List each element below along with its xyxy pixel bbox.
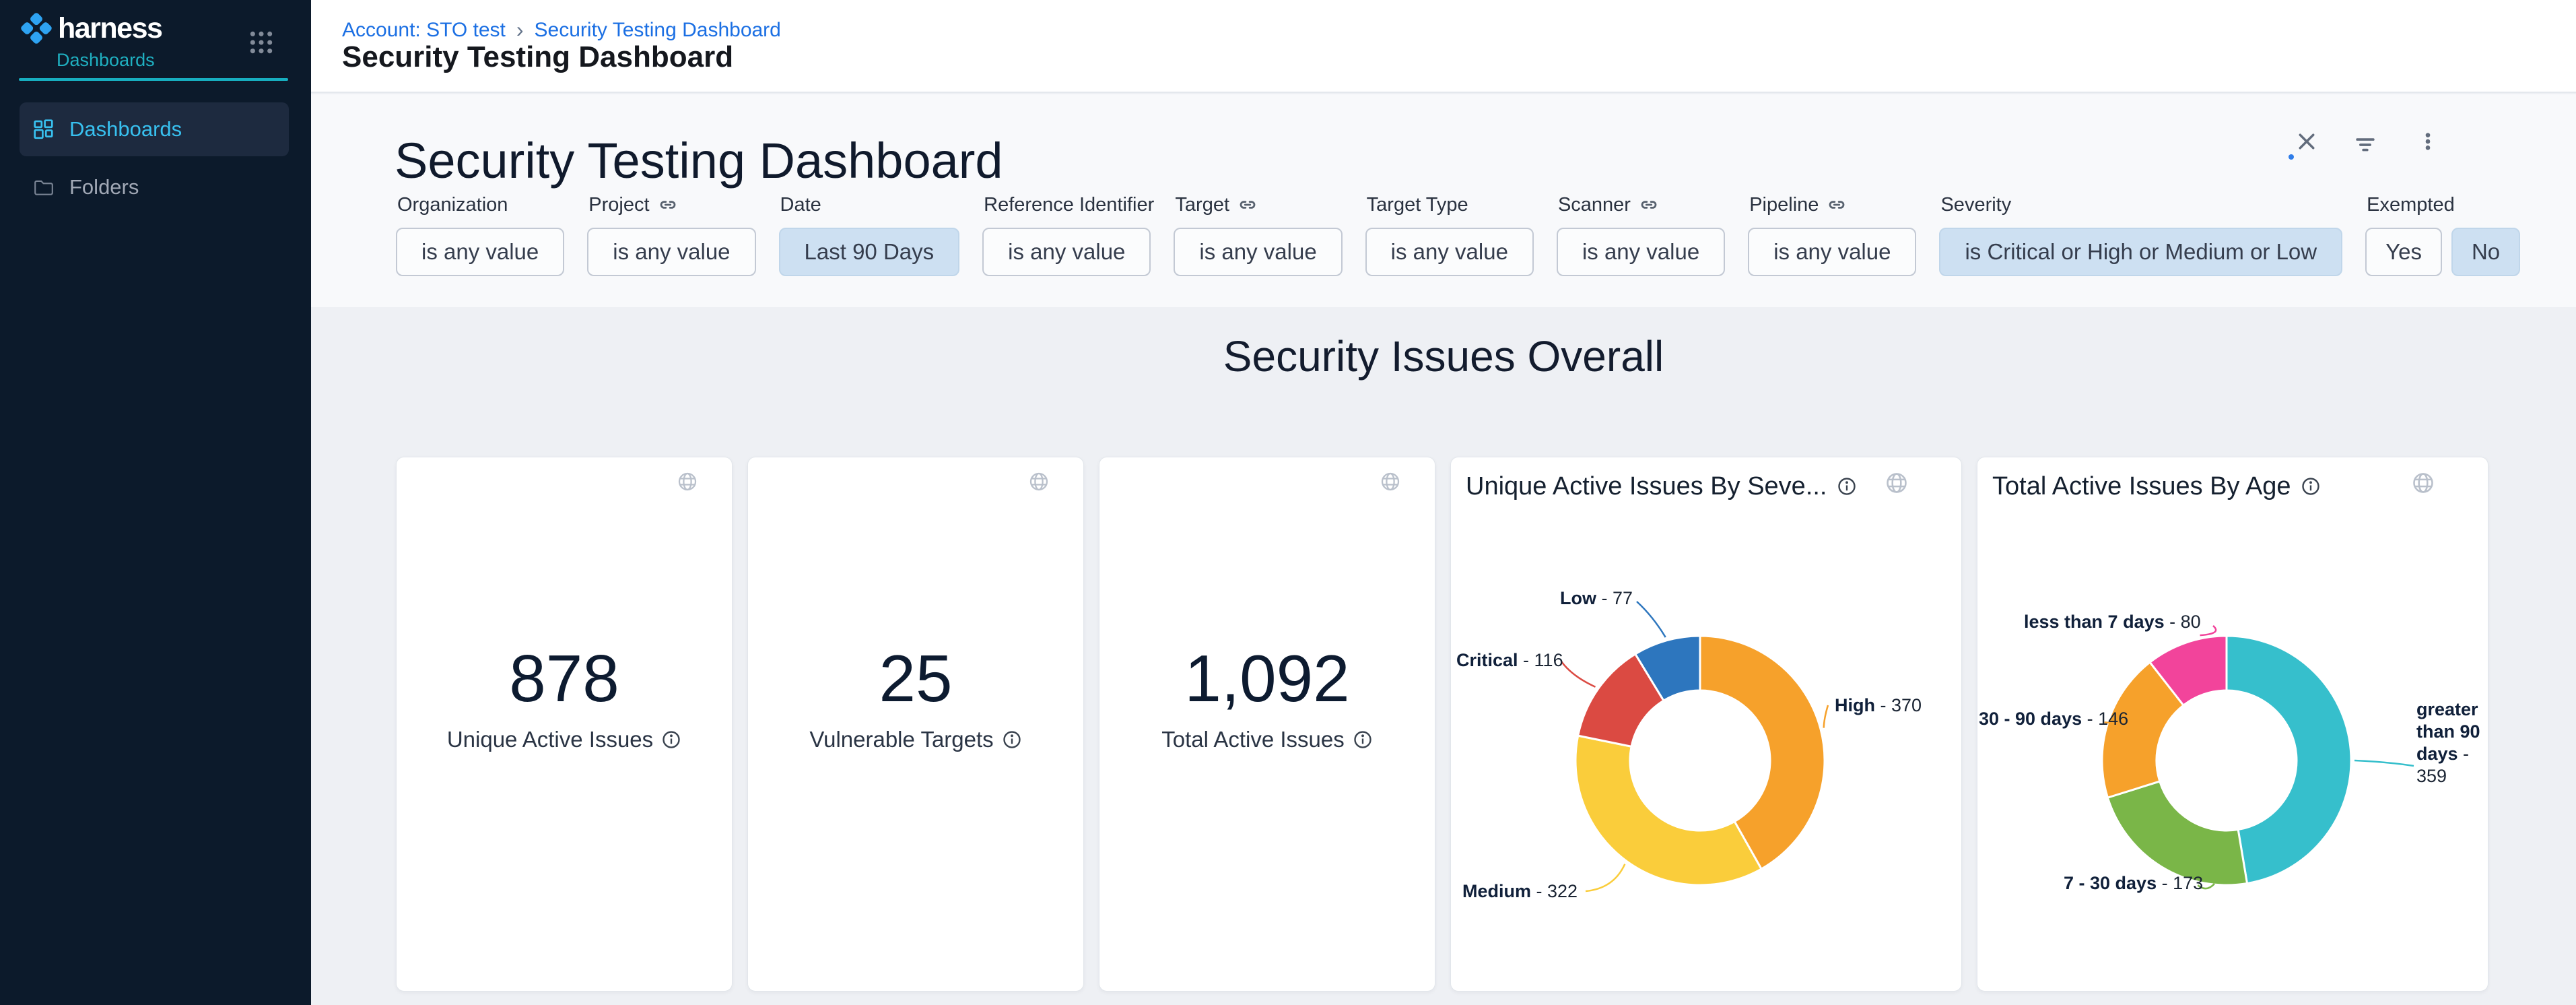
donut-leader-line	[2354, 760, 2414, 766]
donut-label-low: Low - 77	[1560, 587, 1633, 610]
sidebar: harness Dashboards Dashboards Folders	[0, 0, 311, 1005]
filter-severity: Severity is Critical or High or Medium or…	[1939, 194, 2342, 276]
module-grid-icon[interactable]	[248, 30, 274, 55]
filter-label: Target Type	[1367, 194, 1468, 216]
filter-exempted: Exempted YesNo	[2365, 194, 2520, 276]
filter-label: Scanner	[1558, 194, 1659, 216]
breadcrumb: Account: STO test › Security Testing Das…	[342, 18, 781, 42]
donut-slice-7-30-days[interactable]	[2107, 781, 2247, 885]
link-icon	[1639, 195, 1659, 215]
donut-slice-medium[interactable]	[1575, 736, 1761, 885]
breadcrumb-separator: ›	[516, 18, 524, 42]
breadcrumb-account-link[interactable]: Account: STO test	[342, 19, 506, 42]
sidebar-item-dashboards[interactable]: Dashboards	[20, 102, 289, 156]
stat-label: Unique Active Issues	[447, 727, 653, 752]
donut-leader-line	[1586, 864, 1625, 891]
stat-value: 1,092	[1099, 638, 1435, 719]
filter-label: Organization	[397, 194, 508, 216]
harness-logo-icon	[19, 11, 54, 46]
link-icon	[1827, 195, 1847, 215]
donut-chart[interactable]	[1451, 457, 1963, 992]
harness-logo[interactable]: harness	[19, 11, 162, 46]
filter-value-chip[interactable]: is any value	[587, 228, 755, 276]
filter-pipeline: Pipeline is any value	[1748, 194, 1916, 276]
sidebar-item-label: Folders	[69, 175, 139, 199]
sidebar-item-folders[interactable]: Folders	[20, 160, 289, 214]
donut-label-high: High - 370	[1835, 694, 1922, 717]
filter-label: Severity	[1940, 194, 2011, 216]
donut-leader-line	[1637, 602, 1666, 637]
filter-label: Reference Identifier	[984, 194, 1154, 216]
filter-icon[interactable]	[2352, 132, 2378, 158]
stat-card-vulnerable-targets: 25 Vulnerable Targets	[747, 457, 1084, 992]
filter-value-chip[interactable]: Last 90 Days	[779, 228, 960, 276]
filter-value-chip[interactable]: is any value	[1365, 228, 1534, 276]
filter-organization: Organization is any value	[396, 194, 564, 276]
info-icon[interactable]	[1002, 730, 1022, 750]
filter-target-type: Target Type is any value	[1365, 194, 1534, 276]
dashboard-heading: Security Testing Dashboard	[395, 132, 1003, 189]
link-icon	[1238, 195, 1258, 215]
chart-card-unique-active-issues-by-severity: Unique Active Issues By Seve... High - 3…	[1450, 457, 1962, 992]
filter-project: Project is any value	[587, 194, 755, 276]
sidebar-item-label: Dashboards	[69, 117, 182, 141]
donut-label-critical: Critical - 116	[1456, 649, 1563, 672]
filter-bar: Organization is any value Project is any va…	[396, 194, 2520, 276]
filter-value-chip[interactable]: is any value	[1748, 228, 1916, 276]
filter-target: Target is any value	[1174, 194, 1342, 276]
sidebar-divider	[19, 78, 288, 81]
stat-label: Total Active Issues	[1161, 727, 1344, 752]
filter-label: Pipeline	[1749, 194, 1847, 216]
globe-icon[interactable]	[1380, 471, 1401, 492]
filter-value-chip[interactable]: is Critical or High or Medium or Low	[1939, 228, 2342, 276]
filter-label: Target	[1175, 194, 1258, 216]
page-title: Security Testing Dashboard	[342, 40, 733, 74]
filter-value-chip[interactable]: is any value	[1557, 228, 1725, 276]
sidebar-nav: Dashboards Folders	[20, 102, 289, 214]
filter-value-chip[interactable]: is any value	[1174, 228, 1342, 276]
kebab-menu-icon[interactable]	[2417, 131, 2439, 152]
cursor-dot	[2289, 154, 2294, 160]
filter-value-chip[interactable]: is any value	[982, 228, 1151, 276]
cards-row: 878 Unique Active Issues 25 Vulnerable T…	[396, 457, 2488, 992]
filter-reference-identifier: Reference Identifier is any value	[982, 194, 1151, 276]
donut-label-7-30-days: 7 - 30 days - 173	[2064, 872, 2203, 895]
stat-value: 25	[748, 638, 1083, 719]
stat-card-unique-active-issues: 878 Unique Active Issues	[396, 457, 733, 992]
info-icon[interactable]	[661, 730, 681, 750]
filter-label: Project	[588, 194, 677, 216]
link-icon	[658, 195, 678, 215]
exempted-no-button[interactable]: No	[2451, 228, 2520, 276]
donut-label-30-90-days: 30 - 90 days - 146	[1979, 708, 2128, 730]
stat-card-total-active-issues: 1,092 Total Active Issues	[1099, 457, 1435, 992]
filter-label: Exempted	[2367, 194, 2455, 216]
dashboards-icon	[33, 119, 55, 140]
globe-icon[interactable]	[677, 471, 698, 492]
donut-leader-line	[1561, 661, 1596, 687]
donut-label-medium: Medium - 322	[1462, 880, 1578, 903]
donut-label-less-than-7-days: less than 7 days - 80	[2024, 611, 2201, 633]
filter-value-chip[interactable]: is any value	[396, 228, 564, 276]
donut-label-greater-than-90-days: greater than 90 days - 359	[2416, 699, 2486, 787]
stat-label: Vulnerable Targets	[809, 727, 993, 752]
filter-scanner: Scanner is any value	[1557, 194, 1725, 276]
folder-icon	[33, 176, 55, 198]
donut-leader-line	[1824, 705, 1828, 728]
donut-leader-line	[2200, 626, 2216, 635]
section-title: Security Issues Overall	[311, 331, 2576, 381]
info-icon[interactable]	[1353, 730, 1373, 750]
donut-slice-greater-than-90-days[interactable]	[2227, 636, 2351, 883]
exempted-yes-button[interactable]: Yes	[2365, 228, 2442, 276]
globe-icon[interactable]	[1028, 471, 1050, 492]
breadcrumb-dashboard-link[interactable]: Security Testing Dashboard	[535, 19, 781, 42]
module-subtitle: Dashboards	[57, 50, 155, 71]
filter-date: Date Last 90 Days	[779, 194, 960, 276]
logo-text: harness	[58, 12, 162, 45]
stat-value: 878	[397, 638, 732, 719]
chart-card-total-active-issues-by-age: Total Active Issues By Age greater than …	[1977, 457, 2488, 992]
close-icon[interactable]	[2295, 129, 2319, 154]
filter-label: Date	[780, 194, 821, 216]
